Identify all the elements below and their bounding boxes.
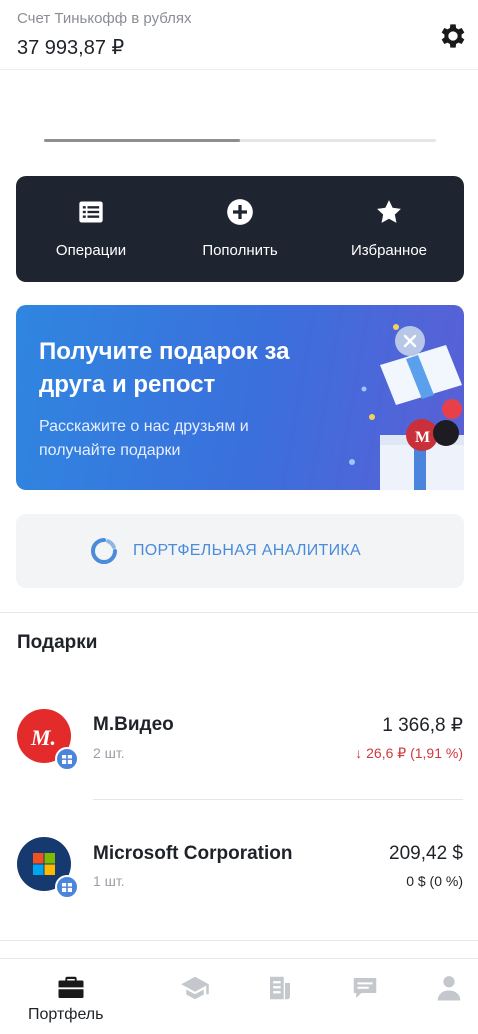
holding-quantity: 2 шт.: [93, 745, 125, 761]
nav-tab-profile[interactable]: [420, 959, 478, 1034]
holding-price: 209,42 $: [389, 843, 463, 864]
nav-tab-portfolio[interactable]: Портфель: [0, 959, 120, 1034]
list-icon: [79, 201, 103, 223]
promo-text: Расскажите о нас друзьям и получайте под…: [39, 418, 249, 459]
chat-icon: [353, 978, 377, 998]
news-icon: [270, 976, 290, 1000]
section-divider: [0, 940, 478, 941]
nav-tab-news[interactable]: [250, 959, 310, 1034]
holding-name: М.Видео: [93, 714, 174, 735]
quick-actions-panel: Операции Пополнить Избранное: [16, 176, 464, 282]
graduation-cap-icon: [181, 976, 209, 1000]
favorites-button[interactable]: Избранное: [324, 176, 454, 282]
gifts-section-title: Подарки: [17, 632, 98, 653]
account-name[interactable]: Счет Тинькофф в рублях: [17, 10, 192, 27]
gear-icon[interactable]: [437, 20, 469, 52]
holding-row-mvideo[interactable]: М. М.Видео 2 шт. 1 366,8 ₽ ↓ 26,6 ₽ (1,9…: [0, 690, 478, 780]
spinner-icon: [91, 538, 117, 564]
briefcase-icon: [58, 976, 84, 998]
holding-quantity: 1 шт.: [93, 873, 125, 889]
row-divider: [93, 799, 463, 800]
promo-close-button[interactable]: [395, 326, 425, 356]
gift-badge-icon: [55, 875, 79, 899]
top-up-label: Пополнить: [202, 242, 278, 259]
gift-badge-icon: [55, 747, 79, 771]
tab-indicator-active: [44, 139, 240, 142]
operations-button[interactable]: Операции: [26, 176, 156, 282]
holding-change: ↓ 26,6 ₽ (1,91 %): [355, 745, 463, 762]
nav-tab-portfolio-label: Портфель: [28, 1006, 104, 1023]
promo-title: Получите подарок за друга и репост: [39, 338, 290, 398]
nav-tab-chat[interactable]: [335, 959, 395, 1034]
star-icon: [377, 200, 401, 223]
arrow-down-icon: ↓: [355, 745, 363, 761]
svg-text:М.: М.: [30, 725, 56, 750]
holding-row-microsoft[interactable]: Microsoft Corporation 1 шт. 209,42 $ 0 $…: [0, 820, 478, 910]
profile-icon: [437, 976, 461, 1001]
operations-label: Операции: [55, 242, 127, 259]
holding-price: 1 366,8 ₽: [382, 715, 463, 736]
holding-change-value: 26,6 ₽ (1,91 %): [366, 745, 463, 761]
portfolio-analytics-button[interactable]: ПОРТФЕЛЬНАЯ АНАЛИТИКА: [16, 514, 464, 588]
favorites-label: Избранное: [350, 242, 428, 259]
bottom-navigation: Портфель: [0, 958, 478, 1034]
account-header: Счет Тинькофф в рублях 37 993,87 ₽: [0, 0, 478, 70]
close-icon: [403, 334, 417, 348]
section-divider: [0, 612, 478, 613]
account-balance: 37 993,87 ₽: [17, 37, 125, 59]
holding-name: Microsoft Corporation: [93, 843, 293, 864]
nav-tab-learning[interactable]: [160, 959, 230, 1034]
plus-circle-icon: [227, 199, 253, 225]
holding-change: 0 $ (0 %): [406, 873, 463, 889]
portfolio-analytics-label: ПОРТФЕЛЬНАЯ АНАЛИТИКА: [133, 542, 362, 559]
top-up-button[interactable]: Пополнить: [175, 176, 305, 282]
svg-text:M: M: [415, 429, 430, 446]
